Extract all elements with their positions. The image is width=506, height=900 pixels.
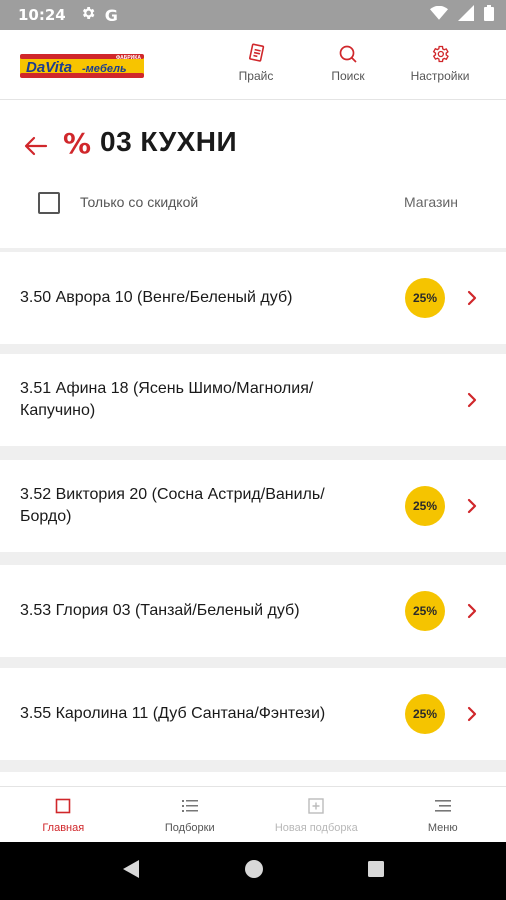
price-list-label: Прайс [238, 69, 274, 83]
back-triangle-icon[interactable] [121, 858, 141, 885]
system-navigation-bar [0, 842, 506, 900]
svg-text:-мебель: -мебель [82, 63, 127, 75]
nav-menu[interactable]: Меню [380, 787, 506, 842]
search-button[interactable]: Поиск [303, 42, 393, 83]
back-button[interactable] [20, 130, 52, 162]
chevron-right-icon [467, 706, 477, 722]
arrow-left-icon [24, 136, 48, 156]
nav-menu-label: Меню [427, 821, 458, 834]
home-icon [55, 796, 71, 816]
price-list-button[interactable]: Прайс [211, 42, 301, 83]
discount-percent-icon: % [63, 127, 92, 160]
search-icon [303, 42, 393, 66]
recents-square-icon[interactable] [367, 860, 385, 883]
list-item[interactable]: 3.52 Виктория 20 (Сосна Астрид/Ваниль/ Б… [0, 460, 506, 552]
nav-collections-label: Подборки [164, 821, 215, 834]
settings-button[interactable]: Настройки [395, 42, 485, 83]
nav-home-label: Главная [42, 821, 85, 834]
add-box-icon [308, 796, 324, 816]
nav-home[interactable]: Главная [0, 787, 127, 842]
discount-badge: 25% [405, 486, 445, 526]
nav-collections[interactable]: Подборки [127, 787, 254, 842]
status-time: 10:24 [18, 6, 66, 24]
item-name: 3.53 Глория 03 (Танзай/Беленый дуб) [20, 602, 300, 619]
google-icon: G [104, 5, 118, 25]
chevron-right-icon [467, 603, 477, 619]
nav-new-collection-label: Новая подборка [274, 821, 358, 834]
settings-label: Настройки [410, 69, 470, 83]
bottom-navigation: Главная Подборки Новая подборка Меню [0, 786, 506, 842]
category-header [0, 100, 506, 248]
discount-badge: 25% [405, 278, 445, 318]
menu-icon [434, 796, 451, 816]
chevron-right-icon [467, 290, 477, 306]
search-label: Поиск [331, 69, 365, 83]
item-name: 3.50 Аврора 10 (Венге/Беленый дуб) [20, 289, 293, 306]
status-bar: 10:24 G [0, 0, 506, 30]
top-app-bar: DaVita -мебель ФАБРИКА Прайс Поиск Настр… [0, 30, 506, 100]
chevron-right-icon [467, 392, 477, 408]
discount-badge: 25% [405, 694, 445, 734]
svg-text:ФАБРИКА: ФАБРИКА [116, 55, 141, 61]
svg-text:DaVita: DaVita [26, 59, 72, 76]
davita-logo[interactable]: DaVita -мебель ФАБРИКА [20, 51, 144, 81]
discount-only-checkbox[interactable] [38, 192, 60, 214]
wifi-icon [430, 5, 448, 24]
signal-icon [458, 5, 474, 25]
list-item[interactable]: 3.55 Каролина 11 (Дуб Сантана/Фэнтези) 2… [0, 668, 506, 760]
item-name: 3.55 Каролина 11 (Дуб Сантана/Фэнтези) [20, 705, 326, 722]
item-name: 3.51 Афина 18 (Ясень Шимо/Магнолия/ Капу… [20, 380, 314, 419]
gear-icon [395, 42, 485, 66]
list-icon [181, 796, 198, 816]
item-name: 3.52 Виктория 20 (Сосна Астрид/Ваниль/ Б… [20, 486, 325, 525]
nav-new-collection[interactable]: Новая подборка [253, 787, 380, 842]
discount-badge: 25% [405, 591, 445, 631]
settings-status-icon [80, 5, 96, 25]
list-item[interactable]: 3.51 Афина 18 (Ясень Шимо/Магнолия/ Капу… [0, 354, 506, 446]
list-item[interactable]: 3.53 Глория 03 (Танзай/Беленый дуб) 25% [0, 565, 506, 657]
store-column-label: Магазин [403, 194, 458, 210]
discount-only-label[interactable]: Только со скидкой [80, 194, 198, 210]
price-list-icon [211, 42, 301, 66]
page-title: 03 КУХНИ [100, 126, 238, 157]
list-item[interactable]: 3.50 Аврора 10 (Венге/Беленый дуб) 25% [0, 252, 506, 344]
home-circle-icon[interactable] [244, 859, 264, 884]
chevron-right-icon [467, 498, 477, 514]
battery-icon [484, 5, 494, 25]
